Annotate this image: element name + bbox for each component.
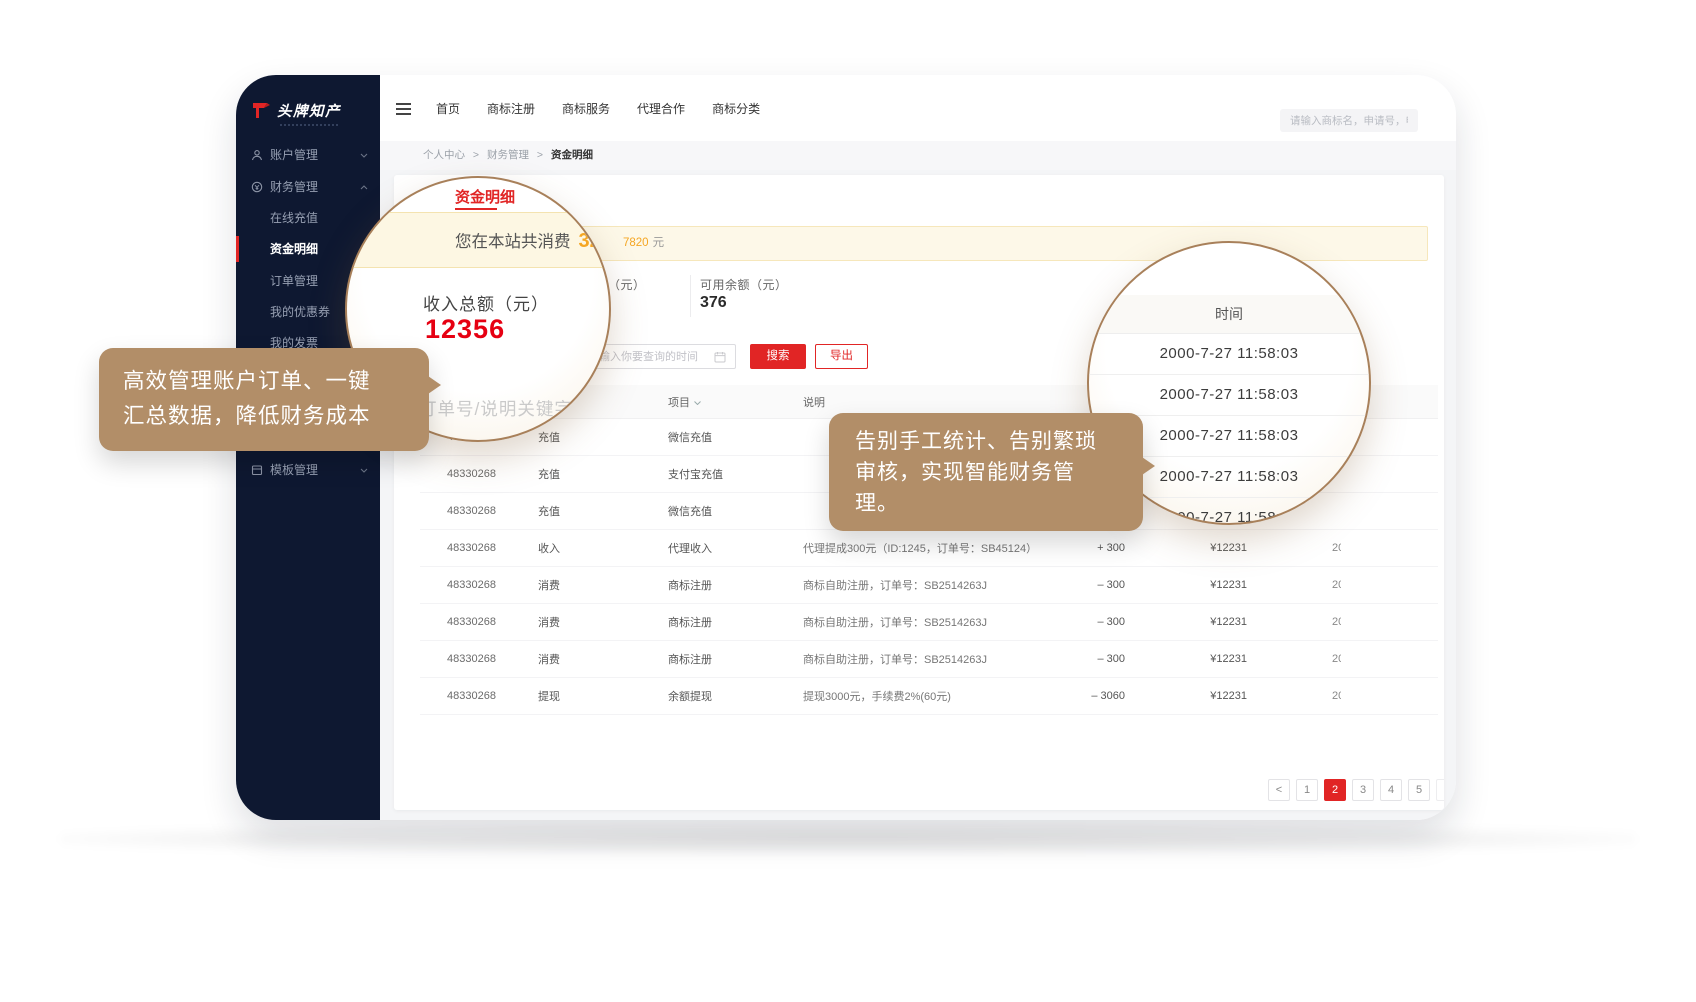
table-row: 48330268 消费 商标注册 商标自助注册，订单号：SB2514263J –…: [420, 604, 1438, 641]
template-icon: [251, 464, 263, 476]
callout-right-tooltip: 告别手工统计、告别繁琐 审核，实现智能财务管 理。: [829, 413, 1143, 531]
marketing-screenshot: 头牌知产 账户管理 财务管理 在线充值: [0, 0, 1696, 1002]
header-project[interactable]: 项目: [668, 394, 803, 410]
pagination-prev-button[interactable]: <: [1268, 779, 1290, 801]
zoom-card-tab: 资金明细: [455, 186, 515, 207]
sidebar-item-finance[interactable]: 财务管理: [236, 172, 380, 202]
callout-arrow-right-icon: [428, 376, 441, 394]
zoom-consumption-banner: 您在本站共消费 32124: [345, 212, 611, 268]
nav-tab-trademark-register[interactable]: 商标注册: [487, 100, 535, 117]
zoom-income-value: 12356: [425, 314, 505, 345]
pagination-next-button[interactable]: [1436, 779, 1444, 801]
expense-total-label-partial: （元）: [608, 276, 646, 293]
stats-divider: [690, 275, 691, 317]
nav-tab-trademark-category[interactable]: 商标分类: [712, 100, 760, 117]
callout-left-tooltip: 高效管理账户订单、一键 汇总数据，降低财务成本: [99, 348, 429, 451]
header-description: 说明: [803, 394, 1055, 410]
table-row: 48330268 收入 代理收入 代理提成300元（ID:1245，订单号：SB…: [420, 530, 1438, 567]
brand-logo: 头牌知产: [251, 100, 341, 121]
global-search-input[interactable]: [1280, 109, 1418, 132]
pagination: < 1 2 3 4 5: [1268, 779, 1444, 801]
chevron-down-icon: [360, 153, 368, 158]
available-balance-label: 可用余额（元）: [700, 276, 788, 293]
caret-down-icon: [694, 401, 701, 405]
top-navbar: 首页 商标注册 商标服务 代理合作 商标分类: [380, 75, 1456, 142]
zoom-time-value: 2000-7-27 11:58:03: [1087, 333, 1371, 375]
available-balance-value: 376: [700, 294, 727, 312]
chevron-up-icon: [360, 185, 368, 190]
finance-icon: [251, 181, 263, 193]
zoom-time-header: 时间: [1087, 295, 1371, 334]
breadcrumb-item[interactable]: 财务管理: [487, 149, 529, 161]
nav-tab-trademark-service[interactable]: 商标服务: [562, 100, 610, 117]
active-indicator-bar: [236, 236, 239, 262]
consumption-amount: 7820元: [623, 227, 664, 260]
brand-name: 头牌知产: [277, 100, 341, 121]
nav-tab-home[interactable]: 首页: [436, 100, 460, 117]
search-button[interactable]: 搜索: [750, 344, 806, 369]
zoom-card-tab-underline: [455, 208, 497, 210]
export-button[interactable]: 导出: [815, 344, 868, 369]
pagination-page-5[interactable]: 5: [1408, 779, 1430, 801]
zoom-keyword-placeholder: 订单号/说明关键字: [419, 396, 573, 421]
zoom-banner-value: 32124: [579, 230, 612, 252]
zoom-income-label: 收入总额（元）: [423, 290, 549, 315]
table-row: 48330268 消费 商标注册 商标自助注册，订单号：SB2514263J –…: [420, 641, 1438, 678]
zoom-time-value: 2000-7-27 11:58:03: [1087, 374, 1371, 416]
hamburger-menu-icon[interactable]: [396, 103, 411, 118]
table-row: 48330268 提现 余额提现 提现3000元，手续费2%(60元) – 30…: [420, 678, 1438, 715]
breadcrumb: 个人中心 > 财务管理 > 资金明细: [380, 141, 1456, 171]
zoom-card-tab-ghost: 明细: [557, 189, 583, 208]
pagination-page-2-active[interactable]: 2: [1324, 779, 1346, 801]
zoom-banner-prefix: 您在本站共消费: [455, 233, 571, 251]
callout-arrow-right-icon: [1142, 457, 1155, 475]
breadcrumb-item[interactable]: 个人中心: [423, 149, 465, 161]
top-menu: 首页 商标注册 商标服务 代理合作 商标分类: [436, 75, 760, 141]
pagination-page-3[interactable]: 3: [1352, 779, 1374, 801]
sidebar-item-templates[interactable]: 模板管理: [236, 455, 380, 485]
user-icon: [251, 149, 263, 161]
pagination-page-1[interactable]: 1: [1296, 779, 1318, 801]
table-row: 48330268 消费 商标注册 商标自助注册，订单号：SB2514263J –…: [420, 567, 1438, 604]
breadcrumb-current: 资金明细: [551, 149, 593, 161]
nav-tab-agent-cooperation[interactable]: 代理合作: [637, 100, 685, 117]
sidebar-item-account[interactable]: 账户管理: [236, 140, 380, 170]
brand-tagline-dots: [280, 124, 338, 126]
laptop-base-shadow: [60, 823, 1636, 855]
calendar-icon[interactable]: [714, 351, 726, 363]
brand-logo-icon: [251, 102, 271, 119]
pagination-page-4[interactable]: 4: [1380, 779, 1402, 801]
chevron-down-icon: [360, 468, 368, 473]
